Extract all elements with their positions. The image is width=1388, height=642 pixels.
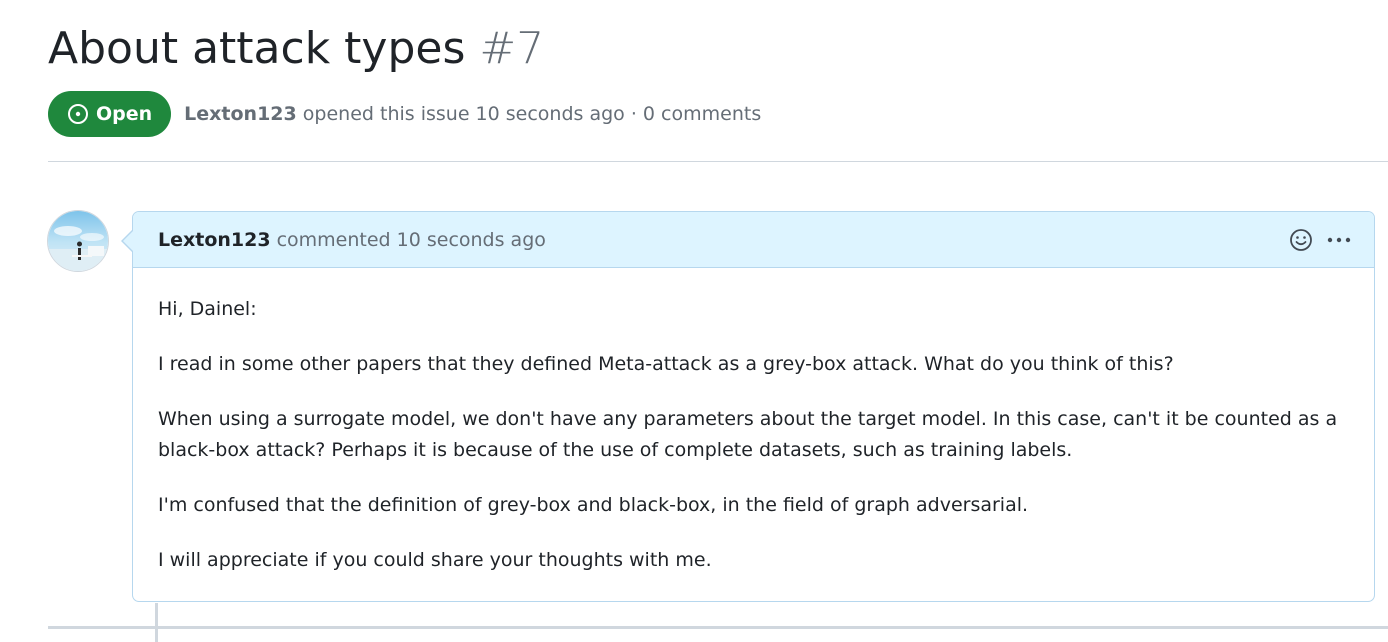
smiley-icon[interactable] (1288, 227, 1314, 253)
bottom-divider (48, 626, 1388, 629)
comment-actions (1288, 227, 1352, 253)
kebab-horizontal-icon[interactable] (1326, 227, 1352, 253)
state-badge: Open (48, 91, 172, 137)
issue-header: About attack types #7 Open Lexton123 ope… (48, 22, 1388, 137)
issue-meta-text: Lexton123 opened this issue 10 seconds a… (184, 103, 761, 125)
issue-meta: Open Lexton123 opened this issue 10 seco… (48, 90, 761, 138)
issue-title-row: About attack types #7 (48, 22, 1388, 76)
issue-number: #7 (479, 23, 545, 74)
comment-box: Lexton123 commented 10 seconds ago Hi, D… (132, 211, 1375, 602)
header-divider (48, 161, 1388, 162)
state-label: Open (96, 103, 153, 125)
issue-author-link[interactable]: Lexton123 (184, 103, 297, 125)
comment-paragraph: I'm confused that the definition of grey… (158, 494, 1029, 516)
issue-title: About attack types (48, 23, 466, 74)
comment-body: Hi, Dainel: I read in some other papers … (133, 268, 1374, 576)
comment-timestamp[interactable]: commented 10 seconds ago (277, 229, 546, 251)
comment-paragraph: I read in some other papers that they de… (158, 353, 1174, 375)
comment-header: Lexton123 commented 10 seconds ago (133, 212, 1374, 268)
comment-paragraph: I will appreciate if you could share you… (158, 549, 712, 571)
user-avatar[interactable] (47, 210, 109, 272)
issue-meta-suffix: opened this issue 10 seconds ago · 0 com… (302, 103, 762, 125)
comment-paragraph: Hi, Dainel: (158, 298, 257, 320)
comment-pointer-inner (123, 231, 133, 251)
comment-paragraph: When using a surrogate model, we don't h… (158, 408, 1338, 461)
comment-author-link[interactable]: Lexton123 (158, 229, 271, 251)
timeline-line (155, 603, 158, 642)
issue-opened-icon (67, 103, 89, 125)
